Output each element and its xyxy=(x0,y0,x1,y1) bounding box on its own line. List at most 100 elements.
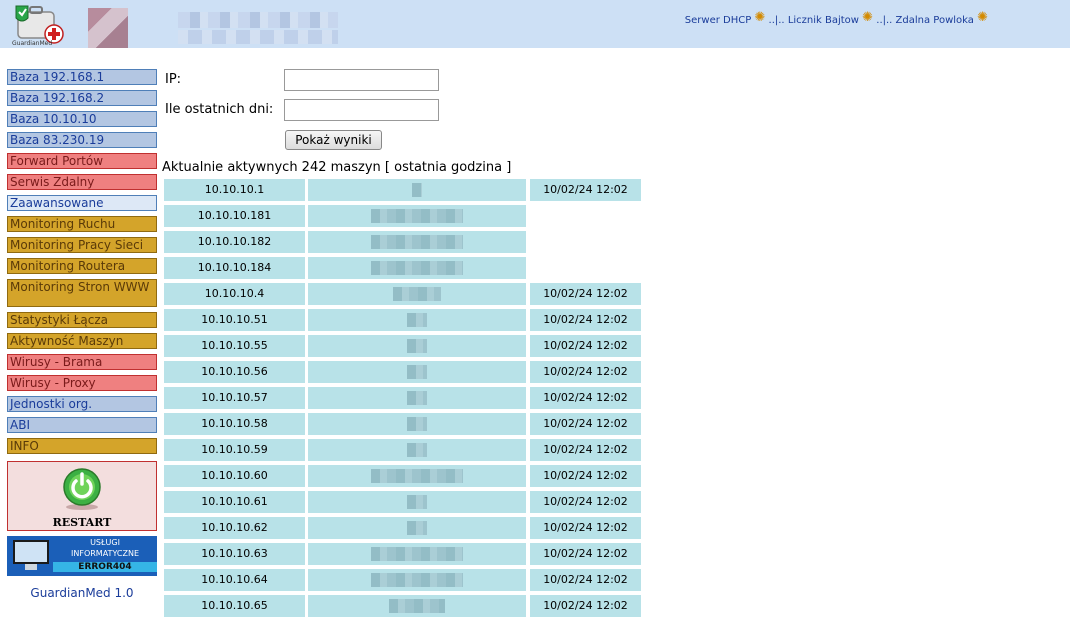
timestamp-cell: 10/02/24 12:02 xyxy=(530,439,641,461)
timestamp-cell: 10/02/24 12:02 xyxy=(530,179,641,201)
sun-icon: ✺ xyxy=(977,10,988,25)
sun-icon: ✺ xyxy=(862,10,874,25)
sidebar-item-statystyki-lacza[interactable]: Statystyki Łącza xyxy=(7,312,157,328)
hostname-cell xyxy=(308,231,526,253)
redacted-hostname xyxy=(407,443,427,457)
hostname-cell xyxy=(308,595,526,617)
sidebar-item-abi[interactable]: ABI xyxy=(7,417,157,433)
banner-line-3: ERROR404 xyxy=(53,562,157,572)
link-separator: ..|.. xyxy=(768,15,785,26)
logo-caption: GuardianMed xyxy=(12,40,53,47)
hostname-cell xyxy=(308,569,526,591)
show-results-button[interactable]: Pokaż wyniki xyxy=(285,130,382,150)
error404-banner[interactable]: USŁUGI INFORMATYCZNE ERROR404 xyxy=(7,536,157,576)
sidebar-item-forward-portow[interactable]: Forward Portów xyxy=(7,153,157,169)
sidebar-item-baza-10-10-10[interactable]: Baza 10.10.10 xyxy=(7,111,157,127)
ip-input[interactable] xyxy=(284,69,439,91)
timestamp-cell: 10/02/24 12:02 xyxy=(530,465,641,487)
redacted-hostname xyxy=(371,235,463,249)
redacted-hostname xyxy=(407,391,427,405)
ip-cell: 10.10.10.58 xyxy=(164,413,305,435)
redacted-hostname xyxy=(371,469,463,483)
restart-icon xyxy=(63,468,101,510)
ip-cell: 10.10.10.56 xyxy=(164,361,305,383)
hostname-cell xyxy=(308,309,526,331)
hostname-cell xyxy=(308,491,526,513)
timestamp-cell: 10/02/24 12:02 xyxy=(530,283,641,305)
redacted-hostname xyxy=(389,599,445,613)
sidebar-item-monitoring-pracy-sieci[interactable]: Monitoring Pracy Sieci xyxy=(7,237,157,253)
ip-cell: 10.10.10.181 xyxy=(164,205,305,227)
byte-counter-link[interactable]: Licznik Bajtow xyxy=(788,15,859,26)
redacted-hostname xyxy=(407,365,427,379)
hostname-cell xyxy=(308,543,526,565)
redacted-hostname xyxy=(412,183,422,197)
remote-shell-link[interactable]: Zdalna Powloka xyxy=(896,15,974,26)
redacted-hostname xyxy=(407,313,427,327)
timestamp-cell: 10/02/24 12:02 xyxy=(530,335,641,357)
redacted-image xyxy=(88,8,128,48)
timestamp-cell: 10/02/24 12:02 xyxy=(530,517,641,539)
restart-button[interactable]: RESTART xyxy=(7,461,157,531)
app-version: GuardianMed 1.0 xyxy=(30,586,134,600)
header-bar: GuardianMed Serwer DHCP ✺ ..|.. Licznik … xyxy=(0,0,1070,48)
days-input[interactable] xyxy=(284,99,439,121)
hostname-cell xyxy=(308,257,526,279)
ip-cell: 10.10.10.63 xyxy=(164,543,305,565)
redacted-hostname xyxy=(371,573,463,587)
restart-label: RESTART xyxy=(52,516,112,529)
sidebar-item-monitoring-routera[interactable]: Monitoring Routera xyxy=(7,258,157,274)
hostname-cell xyxy=(308,179,526,201)
ip-cell: 10.10.10.62 xyxy=(164,517,305,539)
redacted-hostname xyxy=(371,547,463,561)
sidebar-item-zaawansowane[interactable]: Zaawansowane xyxy=(7,195,157,211)
banner-line-2: INFORMATYCZNE xyxy=(71,549,139,558)
redacted-hostname xyxy=(407,521,427,535)
sidebar-item-serwis-zdalny[interactable]: Serwis Zdalny xyxy=(7,174,157,190)
timestamp-cell: 10/02/24 12:02 xyxy=(530,413,641,435)
sidebar-item-wirusy-proxy[interactable]: Wirusy - Proxy xyxy=(7,375,157,391)
ip-cell: 10.10.10.182 xyxy=(164,231,305,253)
timestamp-cell: 10/02/24 12:02 xyxy=(530,309,641,331)
monitor-icon xyxy=(13,540,49,564)
redacted-hostname xyxy=(407,417,427,431)
hostname-cell xyxy=(308,413,526,435)
redacted-hostname xyxy=(407,339,427,353)
redacted-hostname xyxy=(407,495,427,509)
top-links: Serwer DHCP ✺ ..|.. Licznik Bajtow ✺ ..|… xyxy=(685,10,988,26)
timestamp-cell: 10/02/24 12:02 xyxy=(530,387,641,409)
timestamp-cell: 10/02/24 12:02 xyxy=(530,569,641,591)
sidebar-item-aktywnosc-maszyn[interactable]: Aktywność Maszyn xyxy=(7,333,157,349)
sidebar-item-jednostki-org[interactable]: Jednostki org. xyxy=(7,396,157,412)
redacted-hostname xyxy=(371,209,463,223)
ip-label: IP: xyxy=(165,72,182,87)
active-machines-heading: Aktualnie aktywnych 242 maszyn [ ostatni… xyxy=(162,160,512,175)
redacted-hostname xyxy=(371,261,463,275)
ip-cell: 10.10.10.64 xyxy=(164,569,305,591)
sidebar-item-wirusy-brama[interactable]: Wirusy - Brama xyxy=(7,354,157,370)
ip-cell: 10.10.10.61 xyxy=(164,491,305,513)
sidebar-item-baza-192-168-1[interactable]: Baza 192.168.1 xyxy=(7,69,157,85)
redacted-subtitle xyxy=(178,30,338,44)
hostname-cell xyxy=(308,283,526,305)
timestamp-cell: 10/02/24 12:02 xyxy=(530,361,641,383)
banner-line-1: USŁUGI xyxy=(90,538,120,547)
ip-cell: 10.10.10.57 xyxy=(164,387,305,409)
sidebar-item-baza-192-168-2[interactable]: Baza 192.168.2 xyxy=(7,90,157,106)
dhcp-server-link[interactable]: Serwer DHCP xyxy=(685,15,751,26)
sidebar-item-info[interactable]: INFO xyxy=(7,438,157,454)
ip-cell: 10.10.10.60 xyxy=(164,465,305,487)
ip-cell: 10.10.10.4 xyxy=(164,283,305,305)
hostname-cell xyxy=(308,517,526,539)
ip-cell: 10.10.10.59 xyxy=(164,439,305,461)
hostname-cell xyxy=(308,361,526,383)
hostname-cell xyxy=(308,465,526,487)
sidebar-menu: Baza 192.168.1 Baza 192.168.2 Baza 10.10… xyxy=(7,69,157,459)
sidebar-item-monitoring-stron-www[interactable]: Monitoring Stron WWW xyxy=(7,279,157,307)
timestamp-cell: 10/02/24 12:02 xyxy=(530,491,641,513)
sidebar-item-monitoring-ruchu[interactable]: Monitoring Ruchu xyxy=(7,216,157,232)
sun-icon: ✺ xyxy=(754,10,766,25)
sidebar-item-baza-83-230-19[interactable]: Baza 83.230.19 xyxy=(7,132,157,148)
ip-cell: 10.10.10.55 xyxy=(164,335,305,357)
ip-cell: 10.10.10.1 xyxy=(164,179,305,201)
